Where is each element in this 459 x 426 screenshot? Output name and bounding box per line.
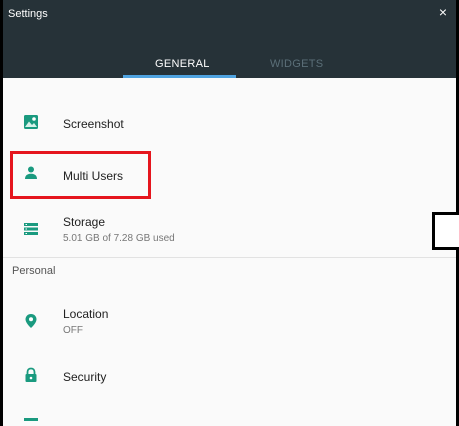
next-item-icon (24, 418, 38, 421)
setting-item-location[interactable]: Location OFF (3, 298, 456, 348)
location-pin-icon (25, 314, 37, 328)
overlay-box (432, 212, 459, 250)
lock-icon (25, 367, 37, 382)
setting-item-multi-users[interactable]: Multi Users (3, 152, 456, 198)
tab-bar: GENERAL WIDGETS (3, 30, 456, 78)
tab-general[interactable]: GENERAL (155, 58, 210, 70)
setting-item-storage[interactable]: Storage 5.01 GB of 7.28 GB used (3, 206, 456, 256)
setting-item-label: Storage (63, 215, 106, 229)
screenshot-icon (24, 115, 38, 129)
setting-item-label: Screenshot (63, 117, 124, 131)
storage-icon (24, 223, 38, 235)
setting-item-summary: 5.01 GB of 7.28 GB used (63, 233, 175, 244)
setting-item-screenshot[interactable]: Screenshot (3, 100, 456, 148)
settings-window: Settings × GENERAL WIDGETS Screenshot Mu… (0, 0, 459, 426)
section-divider (3, 257, 456, 258)
window-title: Settings (8, 8, 48, 20)
title-bar: Settings × (3, 0, 456, 30)
person-icon (25, 166, 37, 179)
setting-item-summary: OFF (63, 325, 83, 336)
setting-item-security[interactable]: Security (3, 352, 456, 400)
setting-item-label: Multi Users (63, 169, 124, 183)
setting-item-label: Security (63, 370, 107, 384)
setting-item-label: Location (63, 307, 109, 321)
tab-widgets[interactable]: WIDGETS (270, 58, 323, 70)
close-icon[interactable]: × (439, 5, 447, 19)
section-header-personal: Personal (12, 265, 56, 277)
